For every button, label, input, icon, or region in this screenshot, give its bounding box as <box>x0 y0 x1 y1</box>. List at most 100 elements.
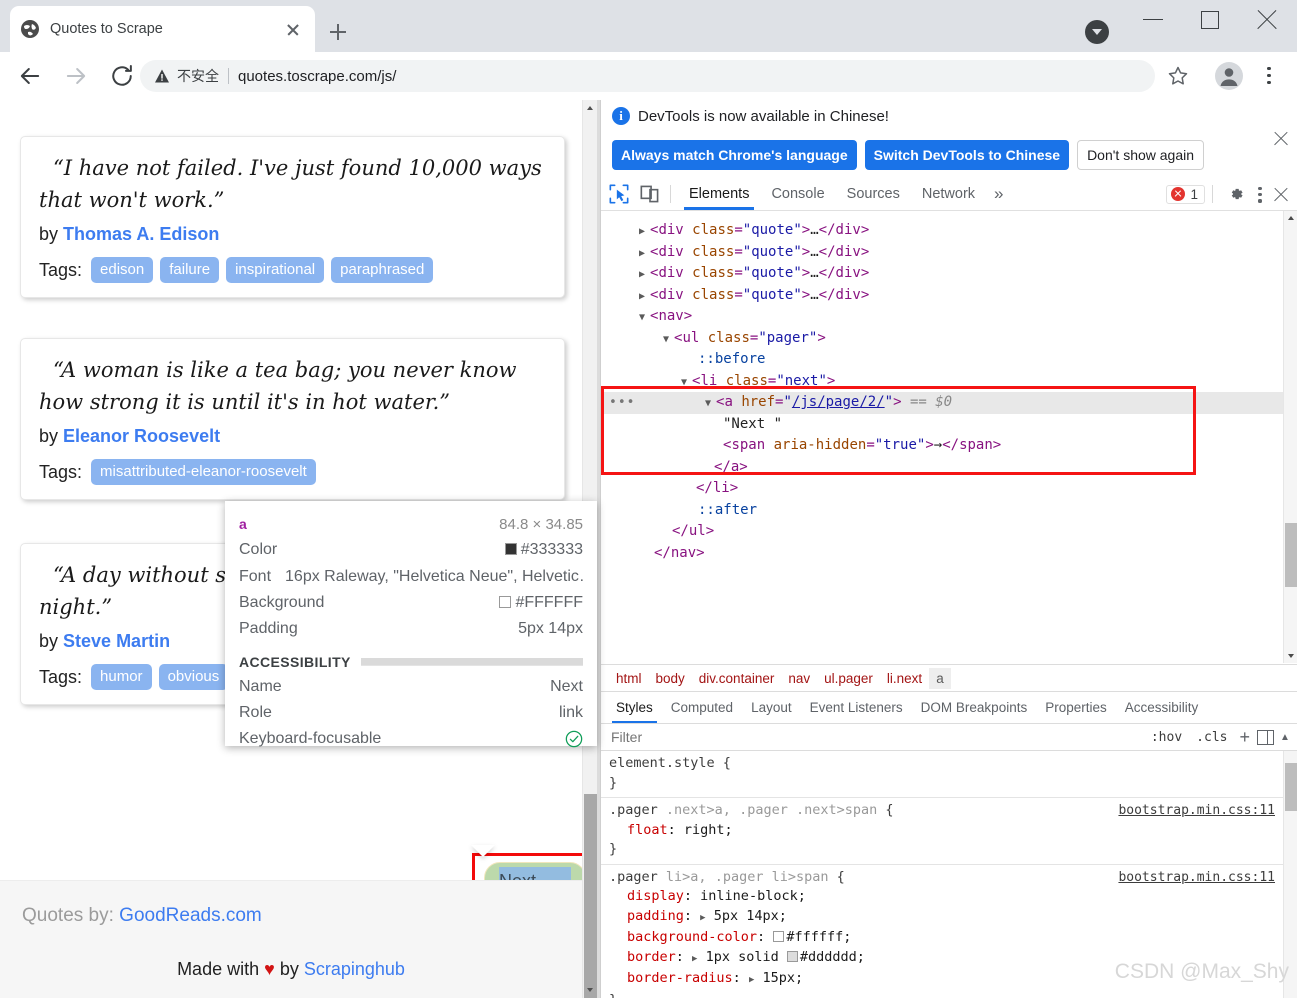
dom-row-nav-open[interactable]: <nav> <box>601 306 1283 328</box>
declaration-property[interactable]: border-radius <box>627 970 733 986</box>
dom-row-anchor-selected[interactable]: ••• <a href="/js/page/2/"> == $0 <box>601 392 1283 414</box>
breadcrumb-nav[interactable]: nav <box>781 668 817 689</box>
rule-selector-part-dim[interactable]: li>a, <box>658 869 715 885</box>
declaration-border-radius[interactable]: border-radius: ▶ 15px; <box>609 969 1283 991</box>
color-swatch[interactable] <box>786 950 798 962</box>
color-swatch[interactable] <box>773 931 785 942</box>
dom-row-close-nav[interactable]: </nav> <box>601 543 1283 565</box>
dom-row-pseudo-before[interactable]: ::before <box>601 349 1283 371</box>
dom-row-ul-pager[interactable]: <ul class="pager"> <box>601 328 1283 350</box>
more-tabs-icon[interactable]: » <box>986 182 1011 206</box>
dont-show-again-button[interactable]: Don't show again <box>1077 140 1205 170</box>
tab-close-icon[interactable] <box>281 17 305 41</box>
declaration-property[interactable]: background-color <box>627 929 757 945</box>
breadcrumb-div-container[interactable]: div.container <box>692 668 782 689</box>
scroll-up-icon[interactable] <box>583 100 598 116</box>
declaration-display[interactable]: display: inline-block; <box>609 887 1283 907</box>
breadcrumb-ul-pager[interactable]: ul.pager <box>817 668 880 689</box>
devtools-close-icon[interactable] <box>1272 185 1290 203</box>
tag-link[interactable]: edison <box>91 257 154 283</box>
browser-menu-button[interactable] <box>1258 62 1280 90</box>
browser-tab[interactable]: Quotes to Scrape <box>10 6 315 52</box>
scroll-up-icon[interactable] <box>1284 211 1297 225</box>
dom-row-close-li[interactable]: </li> <box>601 478 1283 500</box>
breadcrumb-a[interactable]: a <box>929 667 951 689</box>
styles-scrollbar-thumb[interactable] <box>1285 763 1297 811</box>
styles-filter-input[interactable] <box>601 729 1144 745</box>
rule-selector-part-dim2[interactable]: .pager li>span <box>715 869 829 885</box>
tab-console[interactable]: Console <box>760 180 835 209</box>
breadcrumb-body[interactable]: body <box>649 668 692 689</box>
scroll-down-icon[interactable] <box>1284 649 1297 663</box>
tag-link[interactable]: inspirational <box>226 257 325 283</box>
declaration-property[interactable]: display <box>627 888 684 904</box>
declaration-property[interactable]: border <box>627 949 676 965</box>
scroll-up-icon[interactable]: ▲ <box>1280 732 1292 743</box>
tab-event-listeners[interactable]: Event Listeners <box>801 693 912 723</box>
tag-link[interactable]: humor <box>91 664 152 690</box>
dom-row[interactable]: <div class="quote">…</div> <box>601 263 1283 285</box>
dom-row-pseudo-after[interactable]: ::after <box>601 500 1283 522</box>
tab-layout[interactable]: Layout <box>742 693 801 723</box>
quote-author-link[interactable]: Thomas A. Edison <box>63 224 219 244</box>
page-scrollbar-thumb[interactable] <box>584 794 597 998</box>
toggle-computed-sidebar-icon[interactable] <box>1257 729 1274 745</box>
window-close-button[interactable] <box>1244 0 1290 38</box>
reload-button[interactable] <box>108 62 136 90</box>
row-actions-icon[interactable]: ••• <box>609 392 635 414</box>
styles-pane-scrollbar[interactable] <box>1283 751 1297 998</box>
tab-accessibility[interactable]: Accessibility <box>1116 693 1208 723</box>
dom-row-span-arrow[interactable]: <span aria-hidden="true">→</span> <box>601 435 1283 457</box>
download-indicator-icon[interactable] <box>1085 20 1109 44</box>
dom-scrollbar-thumb[interactable] <box>1285 523 1297 587</box>
rule-selector-part-dim[interactable]: .next>a, <box>658 802 739 818</box>
device-toolbar-icon[interactable] <box>637 181 663 207</box>
declaration-float[interactable]: float: right; <box>609 821 1283 841</box>
declaration-value[interactable]: right <box>684 822 725 838</box>
declaration-value[interactable]: inline-block <box>700 888 798 904</box>
always-match-language-button[interactable]: Always match Chrome's language <box>612 140 857 170</box>
dom-row-li-next[interactable]: <li class="next"> <box>601 371 1283 393</box>
style-rule-element-style[interactable]: element.style { } <box>601 751 1283 798</box>
scrapinghub-link[interactable]: Scrapinghub <box>304 959 405 979</box>
new-style-rule-button[interactable]: + <box>1234 727 1255 748</box>
rule-source-link[interactable]: bootstrap.min.css:11 <box>1118 801 1275 821</box>
rule-selector-part[interactable]: .pager <box>609 802 658 818</box>
new-tab-button[interactable] <box>322 16 354 48</box>
dom-row[interactable]: <div class="quote">…</div> <box>601 220 1283 242</box>
declaration-value[interactable]: 5px 14px <box>714 908 779 924</box>
dom-row[interactable]: <div class="quote">…</div> <box>601 285 1283 307</box>
rule-selector-part-dim2[interactable]: .pager .next>span <box>739 802 877 818</box>
cls-toggle[interactable]: .cls <box>1189 730 1234 745</box>
dom-row-close-a[interactable]: </a> <box>601 457 1283 479</box>
rule-selector[interactable]: element.style <box>609 755 715 771</box>
hov-toggle[interactable]: :hov <box>1144 730 1189 745</box>
tab-dom-breakpoints[interactable]: DOM Breakpoints <box>912 693 1037 723</box>
window-maximize-button[interactable] <box>1186 0 1232 38</box>
quote-author-link[interactable]: Eleanor Roosevelt <box>63 426 220 446</box>
dom-tree[interactable]: <div class="quote">…</div> <div class="q… <box>601 211 1283 663</box>
dom-tree-scrollbar[interactable] <box>1283 211 1297 663</box>
quote-author-link[interactable]: Steve Martin <box>63 631 170 651</box>
tab-sources[interactable]: Sources <box>836 180 911 209</box>
notification-close-icon[interactable] <box>1272 129 1290 147</box>
switch-to-chinese-button[interactable]: Switch DevTools to Chinese <box>864 140 1070 170</box>
dom-row[interactable]: <div class="quote">…</div> <box>601 242 1283 264</box>
breadcrumb-html[interactable]: html <box>609 668 649 689</box>
gear-icon[interactable] <box>1227 185 1245 203</box>
tag-link[interactable]: obvious <box>158 664 229 690</box>
tab-computed[interactable]: Computed <box>662 693 742 723</box>
profile-avatar[interactable] <box>1215 62 1243 90</box>
forward-button[interactable] <box>62 62 90 90</box>
declaration-padding[interactable]: padding: ▶ 5px 14px; <box>609 907 1283 929</box>
tab-elements[interactable]: Elements <box>678 180 760 210</box>
breadcrumb-li-next[interactable]: li.next <box>880 668 929 689</box>
style-rule-pager-next[interactable]: bootstrap.min.css:11 .pager .next>a, .pa… <box>601 798 1283 865</box>
inspect-element-icon[interactable] <box>606 181 632 207</box>
goodreads-link[interactable]: GoodReads.com <box>119 905 262 926</box>
declaration-border[interactable]: border: ▶ 1px solid #dddddd; <box>609 948 1283 970</box>
declaration-value[interactable]: 15px <box>763 970 796 986</box>
error-count-badge[interactable]: 1 <box>1166 184 1205 204</box>
omnibox[interactable]: 不安全 quotes.toscrape.com/js/ <box>140 60 1155 92</box>
tab-styles[interactable]: Styles <box>607 693 662 724</box>
